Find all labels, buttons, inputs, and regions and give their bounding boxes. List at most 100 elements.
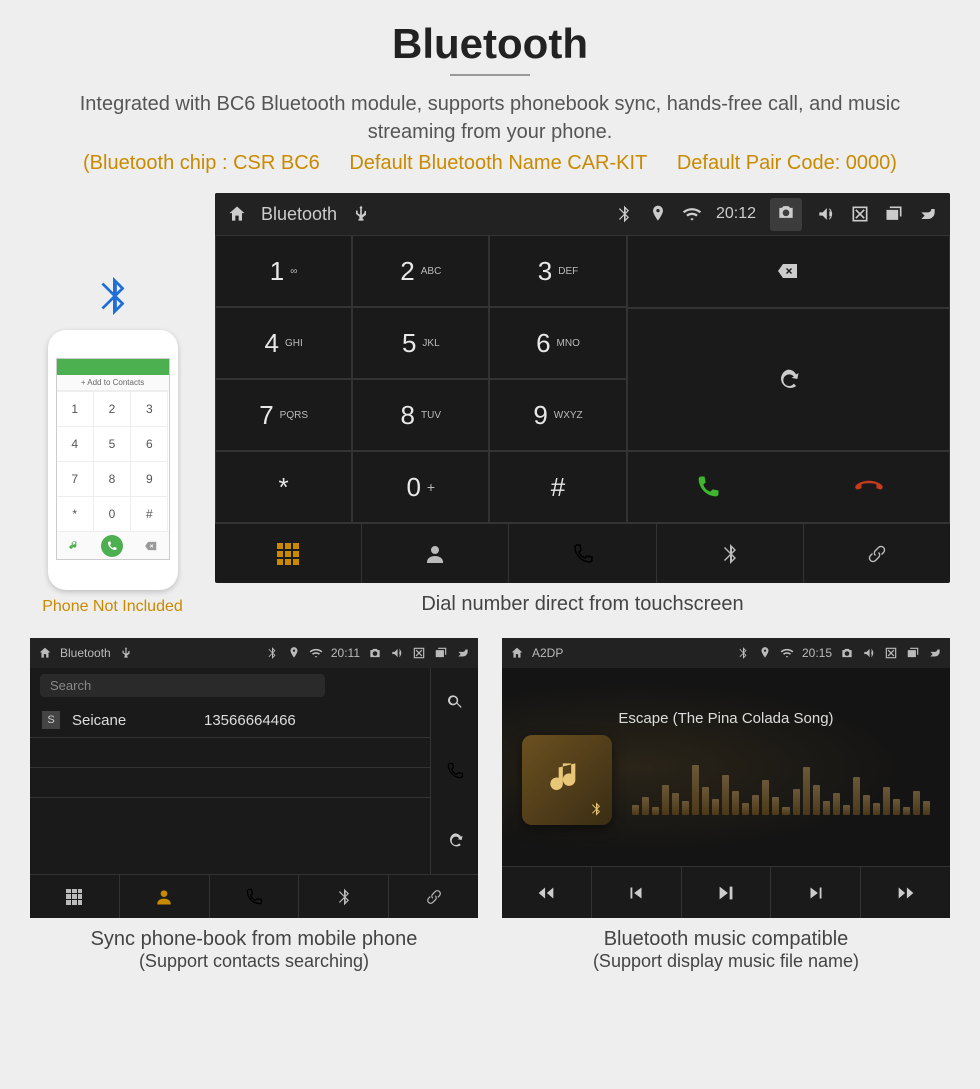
track-title: Escape (The Pina Colada Song) (618, 710, 833, 727)
dial-key-6[interactable]: 6MNO (489, 307, 626, 379)
call-action-icon[interactable] (431, 737, 478, 806)
screenshot-icon[interactable] (840, 646, 854, 660)
dialer-screen: Bluetooth 20:12 1∞ 2ABC (215, 193, 950, 583)
tab-contacts[interactable] (120, 875, 210, 918)
phone-not-included-note: Phone Not Included (30, 598, 195, 616)
wifi-icon (682, 204, 702, 224)
play-pause-button[interactable] (682, 867, 772, 918)
phone-outline-icon (571, 542, 595, 566)
phone-add-contacts: + Add to Contacts (57, 375, 169, 391)
tab-bluetooth[interactable] (299, 875, 389, 918)
contact-initial: S (42, 711, 60, 729)
search-action-icon[interactable] (431, 668, 478, 737)
person-icon (423, 542, 447, 566)
volume-icon[interactable] (862, 646, 876, 660)
clock: 20:12 (716, 205, 756, 223)
screenshot-icon[interactable] (368, 646, 382, 660)
music-caption: Bluetooth music compatible (Support disp… (502, 928, 950, 972)
audio-visualizer (632, 745, 930, 815)
backspace-button[interactable] (627, 235, 950, 308)
tab-dialpad[interactable] (215, 524, 362, 583)
tab-bluetooth[interactable] (657, 524, 804, 583)
redial-button[interactable] (627, 308, 950, 451)
call-button[interactable] (628, 473, 789, 501)
contact-number: 13566664466 (204, 712, 296, 729)
bluetooth-tab-icon (718, 542, 742, 566)
close-app-icon[interactable] (850, 204, 870, 224)
dial-key-5[interactable]: 5JKL (352, 307, 489, 379)
dial-key-1[interactable]: 1∞ (215, 235, 352, 307)
dial-key-2[interactable]: 2ABC (352, 235, 489, 307)
rewind-icon (535, 882, 557, 904)
recent-apps-icon[interactable] (434, 646, 448, 660)
dial-key-7[interactable]: 7PQRS (215, 379, 352, 451)
search-input[interactable]: Search (40, 674, 325, 697)
clock: 20:15 (802, 646, 832, 660)
tab-pairing[interactable] (389, 875, 478, 918)
volume-icon[interactable] (390, 646, 404, 660)
tab-call-log[interactable] (509, 524, 656, 583)
dialpad-tab-icon (277, 543, 299, 565)
dial-key-8[interactable]: 8TUV (352, 379, 489, 451)
phone-keypad: 123 456 789 *0# (57, 391, 169, 531)
location-icon (648, 204, 668, 224)
dial-key-4[interactable]: 4GHI (215, 307, 352, 379)
tab-contacts[interactable] (362, 524, 509, 583)
rewind-button[interactable] (502, 867, 592, 918)
title-underline (450, 74, 530, 76)
wifi-icon (309, 646, 323, 660)
tab-dialpad[interactable] (30, 875, 120, 918)
tab-call-log[interactable] (210, 875, 300, 918)
tab-pairing[interactable] (804, 524, 950, 583)
dial-key-9[interactable]: 9WXYZ (489, 379, 626, 451)
clock: 20:11 (331, 646, 360, 660)
dialer-caption: Dial number direct from touchscreen (215, 593, 950, 616)
home-icon[interactable] (510, 646, 524, 660)
sync-action-icon[interactable] (431, 805, 478, 874)
dialpad-tab-icon (66, 889, 82, 905)
phone-call-button (101, 535, 123, 557)
home-icon[interactable] (38, 646, 52, 660)
location-icon (758, 646, 772, 660)
hangup-button[interactable] (788, 472, 949, 502)
next-button[interactable] (771, 867, 861, 918)
back-icon[interactable] (928, 646, 942, 660)
contact-name: Seicane (72, 712, 192, 729)
dial-key-0[interactable]: 0+ (352, 451, 489, 523)
dial-key-star[interactable]: * (215, 451, 352, 523)
app-name: Bluetooth (261, 204, 337, 225)
wifi-icon (780, 646, 794, 660)
location-icon (287, 646, 301, 660)
dial-key-hash[interactable]: # (489, 451, 626, 523)
back-icon[interactable] (456, 646, 470, 660)
contacts-screen: Bluetooth 20:11 Search (30, 638, 478, 918)
person-icon (154, 887, 174, 907)
page-title: Bluetooth (30, 20, 950, 68)
screenshot-icon[interactable] (776, 202, 796, 222)
volume-icon[interactable] (816, 204, 836, 224)
link-icon (424, 887, 444, 907)
link-icon (865, 542, 889, 566)
bluetooth-status-icon (736, 646, 750, 660)
dial-key-3[interactable]: 3DEF (489, 235, 626, 307)
dialpad: 1∞ 2ABC 3DEF 4GHI 5JKL 6MNO 7PQRS 8TUV 9… (215, 235, 627, 523)
back-icon[interactable] (918, 204, 938, 224)
contact-row[interactable]: S Seicane 13566664466 (30, 703, 430, 738)
close-app-icon[interactable] (412, 646, 426, 660)
contacts-caption: Sync phone-book from mobile phone (Suppo… (30, 928, 478, 972)
home-icon[interactable] (227, 204, 247, 224)
bluetooth-status-icon (265, 646, 279, 660)
recent-apps-icon[interactable] (906, 646, 920, 660)
app-name: Bluetooth (60, 646, 111, 660)
close-app-icon[interactable] (884, 646, 898, 660)
previous-button[interactable] (592, 867, 682, 918)
bluetooth-tab-icon (334, 887, 354, 907)
page-subtitle: Integrated with BC6 Bluetooth module, su… (65, 90, 915, 146)
phone-mockup: + Add to Contacts 123 456 789 *0# (48, 330, 178, 590)
fast-forward-button[interactable] (861, 867, 950, 918)
bluetooth-status-icon (614, 204, 634, 224)
recent-apps-icon[interactable] (884, 204, 904, 224)
next-icon (805, 882, 827, 904)
app-name: A2DP (532, 646, 563, 660)
phone-outline-icon (244, 887, 264, 907)
